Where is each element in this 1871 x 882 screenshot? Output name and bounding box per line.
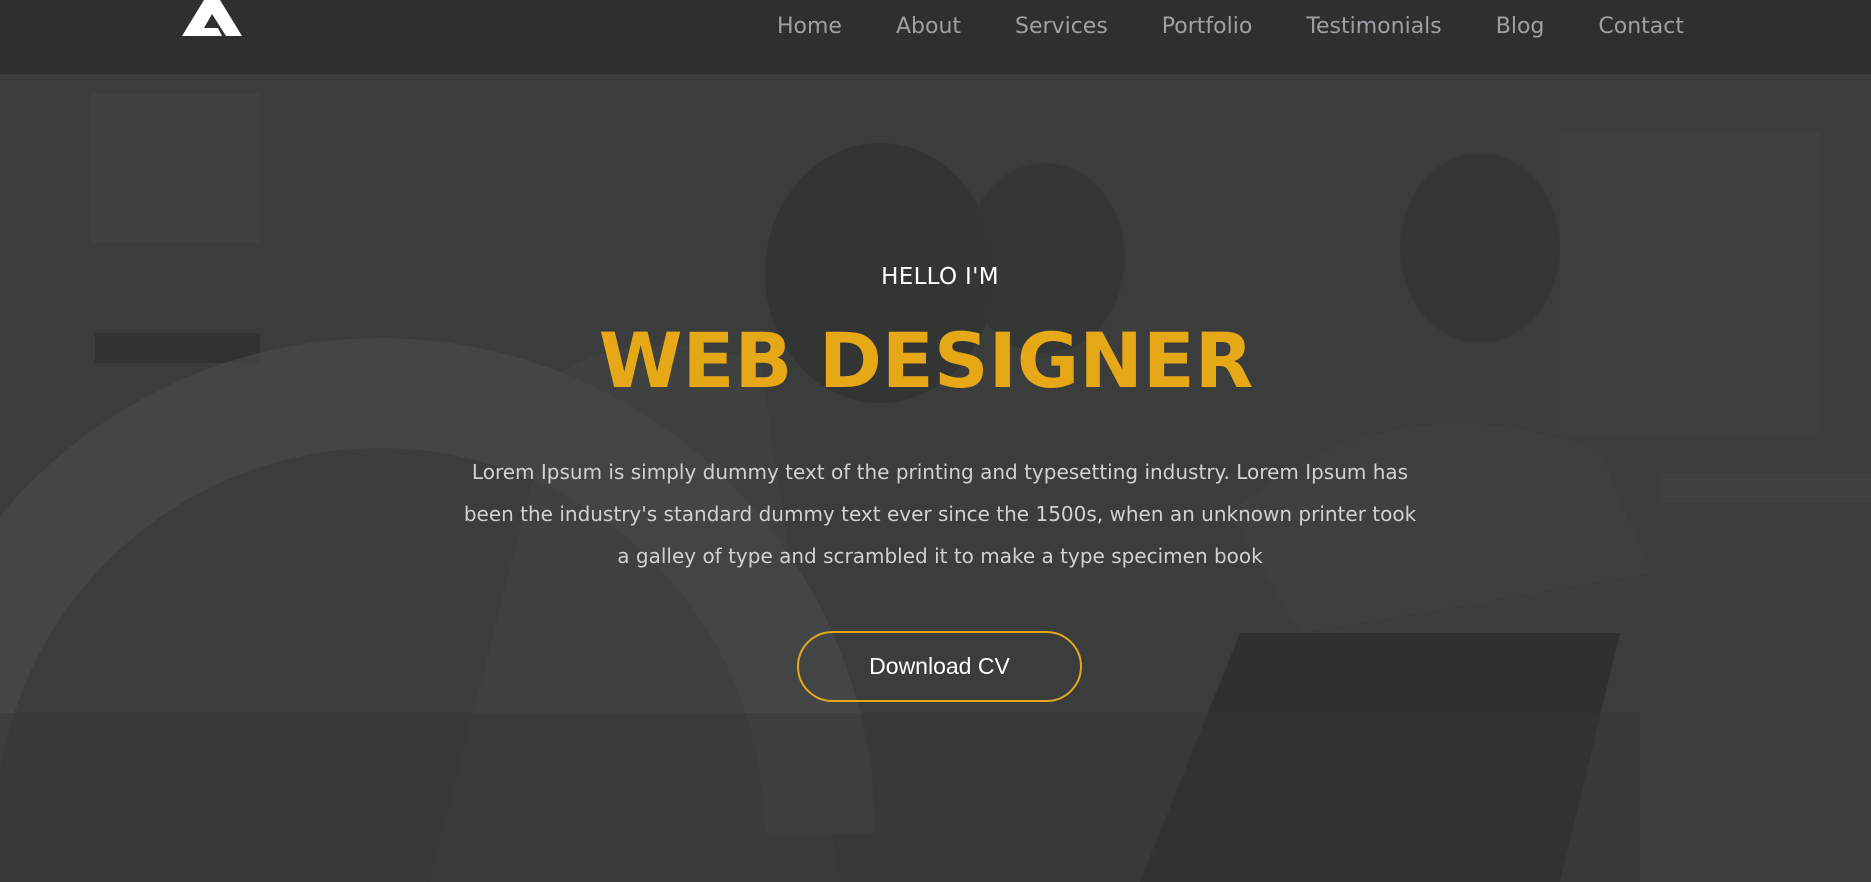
nav-item-about[interactable]: About: [896, 13, 961, 41]
nav-menu: Home About Services Portfolio Testimonia…: [750, 13, 1711, 41]
hero-description: Lorem Ipsum is simply dummy text of the …: [463, 460, 1417, 568]
logo-icon[interactable]: [182, 0, 242, 36]
nav-item-portfolio[interactable]: Portfolio: [1162, 13, 1253, 41]
nav-item-blog[interactable]: Blog: [1496, 13, 1545, 41]
hero-greeting: HELLO I'M: [881, 264, 999, 290]
hero-section: HELLO I'M WEB DESIGNER Lorem Ipsum is si…: [0, 73, 1871, 882]
navbar: Home About Services Portfolio Testimonia…: [0, 0, 1871, 73]
nav-item-contact[interactable]: Contact: [1598, 13, 1684, 41]
download-cv-button[interactable]: Download CV: [797, 631, 1082, 702]
hero-content: HELLO I'M WEB DESIGNER Lorem Ipsum is si…: [0, 73, 1871, 882]
nav-item-services[interactable]: Services: [1015, 13, 1108, 41]
nav-item-testimonials[interactable]: Testimonials: [1306, 13, 1441, 41]
nav-item-home[interactable]: Home: [777, 13, 842, 41]
hero-headline: WEB DESIGNER: [598, 316, 1254, 405]
